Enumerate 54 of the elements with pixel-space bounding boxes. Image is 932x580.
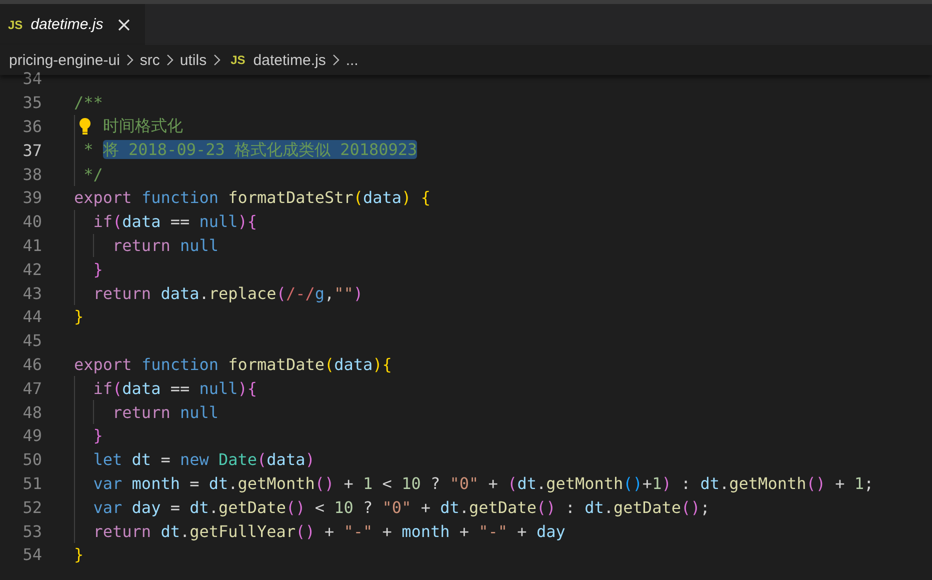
line-number: 34 [22,69,42,88]
line-number: 53 [22,522,42,541]
line-number: 44 [22,307,42,326]
code-line: if(data == null){ [93,212,258,232]
line-number: 43 [22,284,42,303]
line-number: 35 [22,93,42,112]
code-line: return dt.getFullYear() + "-" + month + "-" + day [93,522,566,541]
line-number: 39 [22,188,42,208]
chevron-icon [166,54,174,66]
code-line: */ [84,164,103,184]
code-line: return null [112,402,218,422]
breadcrumb-item[interactable]: ... [346,52,358,68]
code-line: } [93,260,103,279]
code-line: if(data == null){ [93,378,258,398]
code-line: } [74,545,84,564]
line-number: 49 [22,426,42,446]
line-number: 52 [22,498,42,517]
breadcrumb-item[interactable]: datetime.js [253,52,326,68]
close-icon[interactable] [117,18,132,32]
line-number: 41 [22,236,42,255]
code-line: return data.replace(/-/g,"") [93,284,364,303]
line-number: 40 [22,212,42,232]
chevron-icon [126,54,134,66]
line-number: 47 [22,378,42,398]
line-number: 51 [22,474,42,493]
code-line: } [74,307,84,326]
chevron-icon [212,54,221,66]
code-line: return null [112,236,218,255]
code-line: 时间格式化 [102,116,183,137]
line-number: 42 [22,260,42,279]
breadcrumb-item[interactable]: utils [180,52,207,68]
line-number: 50 [22,450,42,470]
line-number: 46 [22,354,42,374]
file-type-label: JS [8,18,23,32]
line-number: 38 [22,164,42,184]
breadcrumb-item[interactable]: src [140,52,160,68]
code-line: /** [74,93,103,112]
code-line: let dt = new Date(data) [93,450,315,470]
chevron-icon [332,54,340,66]
code-line: var day = dt.getDate() < 10 ? "0" + dt.getDate() : dt.getDate(); [93,498,710,517]
file-type-label: JS [230,53,246,67]
code-line: export function formatDateStr(data) { [74,188,430,208]
tab-label: datetime.js [30,16,104,33]
code-line: * 将 2018-09-23 格式化成类似 20180923 [84,140,418,161]
code-line: } [93,426,103,446]
line-number: 48 [22,402,42,422]
line-number: 54 [22,545,42,564]
line-number: 45 [22,331,42,350]
code-line: var month = dt.getMonth() + 1 < 10 ? "0" + (dt.getMonth()+1) : dt.getMonth() + 1; [93,474,874,493]
code-line: export function formatDate(data){ [74,354,392,374]
line-number: 37 [22,140,42,160]
breadcrumb-item[interactable]: pricing-engine-ui [9,52,120,68]
line-number: 36 [22,116,42,136]
file-tab[interactable]: JS datetime.js [0,4,146,45]
